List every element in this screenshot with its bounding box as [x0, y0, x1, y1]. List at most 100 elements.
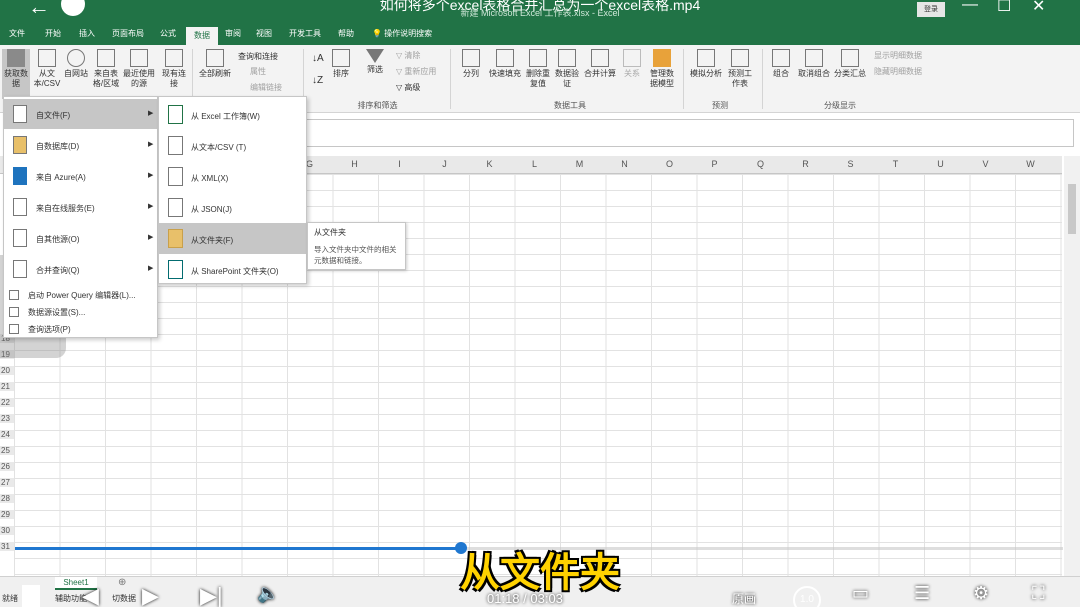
next-icon[interactable]: ▶| [200, 583, 223, 607]
queries-connections-button[interactable]: 查询和连接 [238, 51, 278, 62]
menu-item-from-database[interactable]: 自数据库(D) ▶ [4, 130, 157, 160]
clear-button[interactable]: ▽ 清除 [396, 50, 420, 61]
column-header[interactable]: T [873, 159, 918, 169]
column-header[interactable]: U [918, 159, 963, 169]
column-header[interactable]: M [557, 159, 602, 169]
volume-icon[interactable]: 🔈 [257, 583, 279, 604]
flash-fill-button[interactable]: 快速填充 [486, 49, 524, 79]
restore-icon[interactable]: ☐ [997, 0, 1011, 16]
relationships-button[interactable]: 关系 [620, 49, 644, 79]
ungroup-button[interactable]: 取消组合 [796, 49, 832, 79]
sort-za-icon[interactable]: ↓Z [312, 75, 323, 86]
remove-duplicates-button[interactable]: 删除重复值 [524, 49, 552, 89]
column-header[interactable]: S [828, 159, 873, 169]
submenu-item-sharepoint-folder[interactable]: 从 SharePoint 文件夹(O) [159, 254, 306, 285]
column-header[interactable]: Q [738, 159, 783, 169]
subtotal-button[interactable]: 分类汇总 [832, 49, 868, 79]
close-icon[interactable]: ✕ [1032, 0, 1045, 16]
menu-item-query-options[interactable]: 查询选项(P) [4, 321, 157, 337]
minimize-icon[interactable]: — [962, 0, 978, 14]
quality-button[interactable]: 原画 [732, 590, 756, 607]
data-validation-button[interactable]: 数据验证 [553, 49, 581, 89]
get-data-button[interactable]: 获取数据 [2, 49, 30, 99]
tab-file[interactable]: 文件 [4, 25, 30, 45]
advanced-button[interactable]: ▽ 高级 [396, 82, 420, 93]
column-header[interactable]: P [692, 159, 737, 169]
submenu-item-folder[interactable]: 从文件夹(F) [159, 223, 306, 254]
column-header[interactable]: H [332, 159, 377, 169]
text-to-columns-button[interactable]: 分列 [460, 49, 482, 79]
menu-item-launch-power-query[interactable]: 启动 Power Query 编辑器(L)... [4, 287, 157, 303]
hide-detail-button[interactable]: 隐藏明细数据 [874, 66, 922, 77]
vertical-scrollbar[interactable] [1064, 156, 1080, 576]
tab-help[interactable]: 帮助 [333, 25, 359, 45]
login-button[interactable]: 登录 [917, 2, 945, 17]
scroll-thumb[interactable] [1068, 184, 1076, 234]
row-header[interactable]: 20 [0, 366, 14, 375]
menu-item-from-azure[interactable]: 来自 Azure(A) ▶ [4, 161, 157, 191]
menu-item-combine-queries[interactable]: 合并查询(Q) ▶ [4, 254, 157, 284]
column-header[interactable]: K [467, 159, 512, 169]
edit-links-button[interactable]: 编辑链接 [250, 82, 282, 93]
column-header[interactable]: I [377, 159, 422, 169]
from-web-button[interactable]: 自网站 [64, 49, 88, 79]
column-header[interactable]: J [422, 159, 467, 169]
settings-icon[interactable]: ⚙ [973, 583, 989, 604]
column-header[interactable]: L [512, 159, 557, 169]
column-header[interactable]: V [963, 159, 1008, 169]
filter-button[interactable]: 筛选 [364, 49, 386, 75]
submenu-item-xml[interactable]: 从 XML(X) [159, 161, 306, 192]
tab-developer[interactable]: 开发工具 [283, 25, 327, 45]
row-header[interactable]: 28 [0, 494, 14, 503]
reapply-button[interactable]: ▽ 重新应用 [396, 66, 436, 77]
sort-az-icon[interactable]: ↓A [312, 53, 324, 64]
play-icon[interactable]: ▶ [142, 583, 159, 607]
tab-view[interactable]: 视图 [251, 25, 277, 45]
existing-connections-button[interactable]: 现有连接 [160, 49, 188, 89]
sort-button[interactable]: 排序 [330, 49, 352, 79]
submenu-item-excel-workbook[interactable]: 从 Excel 工作簿(W) [159, 99, 306, 130]
from-table-button[interactable]: 来自表格/区域 [90, 49, 122, 89]
previous-icon[interactable]: ◀ [82, 583, 99, 607]
stop-icon[interactable] [22, 585, 40, 607]
from-text-csv-button[interactable]: 从文本/CSV [33, 49, 61, 89]
tab-home[interactable]: 开始 [40, 25, 66, 45]
formula-input[interactable] [290, 119, 1074, 147]
menu-item-from-other-sources[interactable]: 自其他源(O) ▶ [4, 223, 157, 253]
refresh-all-button[interactable]: 全部刷新 [196, 49, 234, 79]
show-detail-button[interactable]: 显示明细数据 [874, 50, 922, 61]
playback-speed-button[interactable]: 1.0 [793, 586, 821, 607]
row-header[interactable]: 29 [0, 510, 14, 519]
consolidate-button[interactable]: 合并计算 [582, 49, 618, 79]
group-button[interactable]: 组合 [768, 49, 794, 79]
row-header[interactable]: 24 [0, 430, 14, 439]
row-header[interactable]: 26 [0, 462, 14, 471]
row-header[interactable]: 21 [0, 382, 14, 391]
column-header[interactable]: R [783, 159, 828, 169]
tell-me-search[interactable]: 💡 操作说明搜索 [372, 25, 432, 45]
properties-button[interactable]: 属性 [250, 66, 266, 77]
recent-sources-button[interactable]: 最近使用的源 [123, 49, 155, 89]
tab-review[interactable]: 审阅 [220, 25, 246, 45]
row-header[interactable]: 27 [0, 478, 14, 487]
tab-insert[interactable]: 插入 [74, 25, 100, 45]
forecast-sheet-button[interactable]: 预测工作表 [726, 49, 754, 89]
column-header[interactable]: O [647, 159, 692, 169]
row-header[interactable]: 22 [0, 398, 14, 407]
column-header[interactable]: W [1008, 159, 1053, 169]
menu-item-from-file[interactable]: 自文件(F) ▶ [4, 99, 157, 129]
manage-data-model-button[interactable]: 管理数据模型 [647, 49, 677, 89]
row-header[interactable]: 30 [0, 526, 14, 535]
menu-item-data-source-settings[interactable]: 数据源设置(S)... [4, 304, 157, 320]
row-header[interactable]: 25 [0, 446, 14, 455]
what-if-analysis-button[interactable]: 模拟分析 [688, 49, 724, 79]
submenu-item-json[interactable]: 从 JSON(J) [159, 192, 306, 223]
tab-page-layout[interactable]: 页面布局 [106, 25, 150, 45]
fullscreen-icon[interactable]: ⛶ [1032, 583, 1045, 604]
tab-formulas[interactable]: 公式 [155, 25, 181, 45]
tab-data[interactable]: 数据 [186, 27, 218, 45]
row-header[interactable]: 23 [0, 414, 14, 423]
submenu-item-text-csv[interactable]: 从文本/CSV (T) [159, 130, 306, 161]
column-header[interactable]: N [602, 159, 647, 169]
playlist-icon[interactable]: ☰ [914, 583, 930, 604]
